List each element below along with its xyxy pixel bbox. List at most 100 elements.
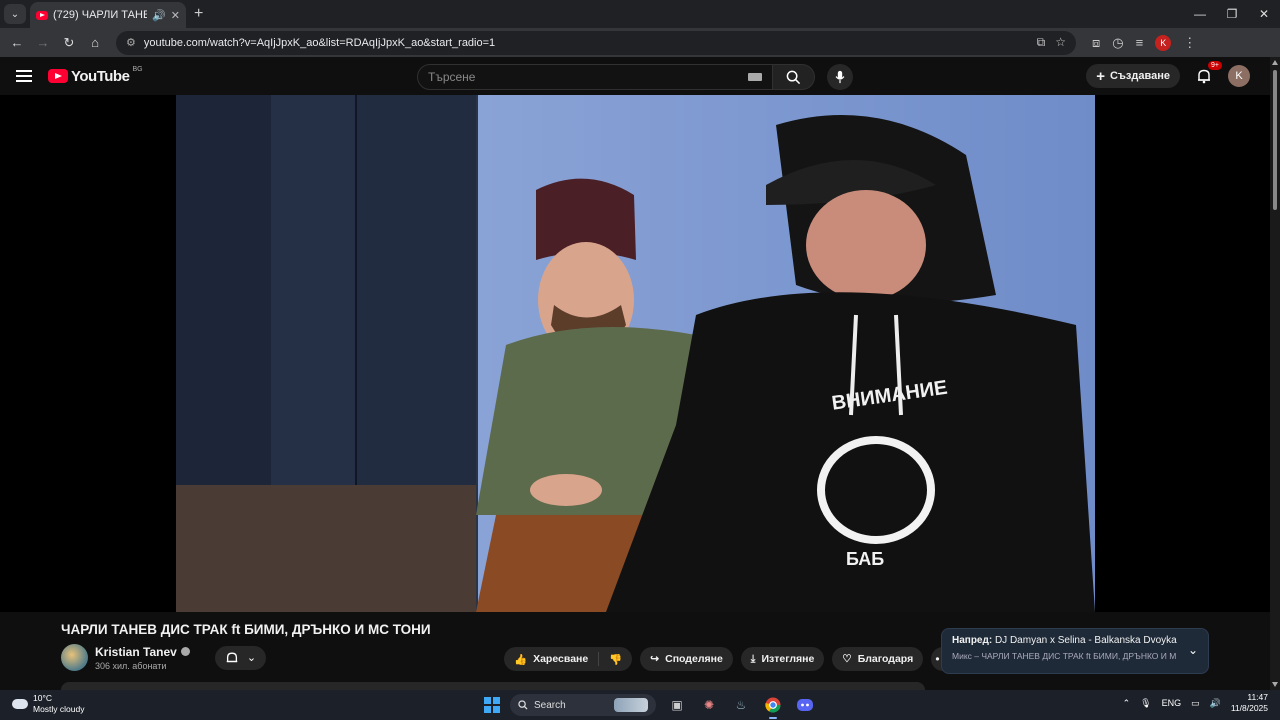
search-button[interactable] [773, 64, 815, 90]
thanks-button[interactable]: ♡ Благодаря [832, 647, 924, 671]
windows-start-icon[interactable] [484, 697, 500, 713]
up-next-panel[interactable]: Напред: DJ Damyan x Selina - Balkanska D… [941, 628, 1209, 674]
media-control-icon[interactable]: ≡ [1136, 35, 1144, 50]
notifications-button[interactable]: 9+ [1194, 61, 1222, 86]
windows-taskbar: 10°C Mostly cloudy Search ▣ ✺ ♨ ⌃ 🎙 ENG … [0, 690, 1280, 720]
clock-time: 11:47 [1247, 692, 1268, 702]
search-icon [518, 700, 528, 710]
keyboard-icon[interactable] [748, 73, 762, 81]
download-button[interactable]: ⤓ Изтегляне [740, 647, 825, 671]
browser-toolbar: ← → ↻ ⌂ ⚙ youtube.com/watch?v=AqIjJpxK_a… [0, 28, 1280, 57]
share-label: Споделяне [665, 653, 723, 665]
search-highlight-image [614, 698, 648, 712]
dislike-button[interactable]: 👎 [599, 647, 632, 671]
create-label: Създаване [1109, 70, 1170, 82]
weather-condition: Mostly cloudy [33, 704, 85, 714]
volume-icon[interactable]: 🔊 [1210, 698, 1221, 709]
clock[interactable]: 11:47 11/8/2025 [1231, 692, 1268, 714]
thanks-label: Благодаря [857, 653, 914, 665]
notification-count-badge: 9+ [1208, 61, 1222, 70]
download-label: Изтегляне [761, 653, 815, 665]
up-next-title: DJ Damyan x Selina - Balkanska Dvoyka / … [994, 635, 1177, 646]
forward-icon[interactable]: → [32, 32, 54, 54]
task-view-icon[interactable]: ▣ [666, 694, 688, 716]
youtube-logo[interactable]: YouTube BG [48, 65, 143, 85]
channel-avatar[interactable] [61, 644, 88, 671]
close-tab-icon[interactable]: ✕ [171, 9, 180, 22]
channel-name[interactable]: Kristian Tanev [95, 645, 177, 659]
up-next-label: Напред: [952, 635, 993, 646]
site-info-icon[interactable]: ⚙ [126, 36, 136, 49]
tab-search-button[interactable]: ⌄ [4, 4, 26, 24]
microphone-tray-icon[interactable]: 🎙 [1140, 698, 1151, 709]
youtube-header: YouTube BG Търсене + Създаване 9+ K [0, 57, 1270, 95]
share-button[interactable]: ↪ Споделяне [640, 647, 733, 671]
back-icon[interactable]: ← [6, 32, 28, 54]
expand-chevron-icon[interactable]: ⌄ [1188, 643, 1198, 657]
discord-icon[interactable] [794, 694, 816, 716]
extensions-icon[interactable]: ⧈ [1092, 35, 1100, 51]
scroll-up-arrow-icon[interactable] [1272, 60, 1278, 65]
page-scrollbar[interactable] [1270, 57, 1280, 690]
share-arrow-icon: ↪ [650, 653, 660, 665]
scrollbar-thumb[interactable] [1273, 70, 1277, 210]
video-player[interactable]: ВНИМАНИЕ БАБ [0, 95, 1270, 612]
browser-tab-active[interactable]: (729) ЧАРЛИ ТАНЕВ ДИС ТРАК ft БИМИ, ДРЪН… [30, 2, 186, 28]
up-next-subtitle: Микс – ЧАРЛИ ТАНЕВ ДИС ТРАК ft БИМИ, ДРЪ… [952, 651, 1177, 661]
reload-icon[interactable]: ↻ [58, 32, 80, 54]
search-input[interactable]: Търсене [417, 64, 773, 90]
video-frame[interactable]: ВНИМАНИЕ БАБ [176, 95, 1095, 612]
weather-widget[interactable]: 10°C Mostly cloudy [12, 693, 85, 715]
tray-expand-icon[interactable]: ⌃ [1123, 698, 1131, 709]
taskbar-search[interactable]: Search [510, 694, 656, 716]
video-title: ЧАРЛИ ТАНЕВ ДИС ТРАК ft БИМИ, ДРЪНКО И М… [61, 622, 431, 637]
chrome-icon[interactable] [762, 694, 784, 719]
create-button[interactable]: + Създаване [1086, 64, 1180, 88]
system-tray: ⌃ 🎙 ENG ▭ 🔊 11:47 11/8/2025 [1123, 692, 1268, 714]
channel-row: Kristian Tanev 306 хил. абонати ⌄ [61, 644, 267, 671]
address-bar[interactable]: ⚙ youtube.com/watch?v=AqIjJpxK_ao&list=R… [116, 30, 1076, 55]
scroll-down-arrow-icon[interactable] [1272, 682, 1278, 687]
clock-date: 11/8/2025 [1230, 703, 1268, 713]
browser-profile-avatar[interactable]: K [1155, 34, 1172, 51]
like-dislike-group: 👍 Харесване 👎 [504, 647, 633, 671]
network-icon[interactable]: ▭ [1191, 698, 1200, 709]
subscription-bell-button[interactable]: ⌄ [214, 645, 267, 670]
plus-icon: + [1096, 67, 1105, 85]
speaker-icon[interactable]: 🔊 [152, 9, 166, 22]
voice-search-button[interactable] [827, 64, 853, 90]
history-icon[interactable]: ◷ [1112, 35, 1123, 51]
cast-icon[interactable]: ⧉ [1037, 35, 1046, 50]
browser-tab-strip: ⌄ (729) ЧАРЛИ ТАНЕВ ДИС ТРАК ft БИМИ, ДР… [0, 0, 1280, 28]
account-avatar[interactable]: K [1228, 65, 1250, 87]
microphone-icon [835, 70, 845, 84]
chevron-down-icon: ⌄ [246, 652, 257, 664]
like-label: Харесване [533, 653, 589, 665]
bookmark-star-icon[interactable]: ☆ [1055, 35, 1066, 50]
browser-menu-icon[interactable]: ⋮ [1183, 35, 1196, 51]
language-indicator[interactable]: ENG [1162, 698, 1182, 708]
url-text[interactable]: youtube.com/watch?v=AqIjJpxK_ao&list=RDA… [144, 37, 1029, 49]
home-icon[interactable]: ⌂ [84, 32, 106, 54]
menu-icon[interactable] [16, 70, 32, 82]
copilot-icon[interactable]: ✺ [698, 694, 720, 716]
restore-icon[interactable]: ❐ [1216, 7, 1248, 21]
cloud-icon [12, 699, 28, 709]
like-button[interactable]: 👍 Харесване [504, 647, 598, 671]
bell-icon [226, 652, 238, 662]
thumbs-up-icon: 👍 [514, 653, 528, 666]
region-code: BG [132, 65, 143, 73]
steam-icon[interactable]: ♨ [730, 694, 752, 716]
taskbar-search-label: Search [534, 699, 566, 711]
close-window-icon[interactable]: ✕ [1248, 7, 1280, 21]
new-tab-icon[interactable]: + [194, 5, 203, 23]
description-box[interactable] [61, 682, 925, 690]
minimize-icon[interactable]: — [1184, 7, 1216, 21]
video-still-image: ВНИМАНИЕ БАБ [176, 95, 1095, 612]
youtube-logo-text: YouTube [71, 67, 130, 85]
youtube-play-icon [48, 69, 68, 83]
hoodie-text-bottom: БАБ [846, 549, 884, 569]
search-bar: Търсене [417, 64, 853, 90]
channel-name-row[interactable]: Kristian Tanev [95, 645, 190, 659]
thanks-heart-dollar-icon: ♡ [842, 653, 852, 665]
